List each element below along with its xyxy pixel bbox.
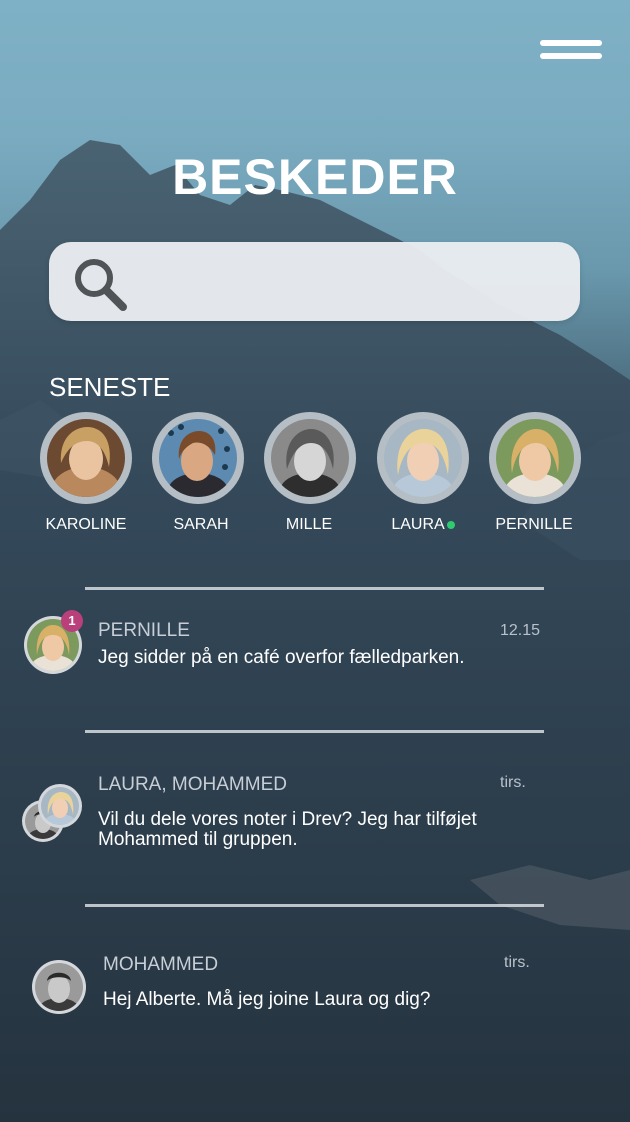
recent-contact-sarah[interactable]	[152, 412, 244, 504]
avatar	[32, 960, 86, 1014]
recent-contact-name: PERNILLE	[495, 516, 573, 533]
recent-contact-name: MILLE	[285, 516, 333, 533]
hamburger-menu-icon[interactable]	[540, 38, 602, 62]
search-icon[interactable]	[73, 257, 129, 311]
page-title: BESKEDER	[172, 149, 458, 205]
conversation-item[interactable]: 1 PERNILLE 12.15 Jeg sidder på en café o…	[0, 610, 630, 720]
conversation-name: LAURA, MOHAMMED	[98, 774, 287, 795]
conversation-item[interactable]: LAURA, MOHAMMED tirs. Vil du dele vores …	[0, 768, 630, 878]
recent-contact-name: LAURA	[391, 516, 445, 533]
divider	[85, 904, 544, 907]
conversation-message: Hej Alberte. Må jeg joine Laura og dig?	[103, 989, 431, 1010]
divider	[85, 587, 544, 590]
unread-badge: 1	[61, 610, 83, 632]
divider	[85, 730, 544, 733]
conversation-item[interactable]: MOHAMMED tirs. Hej Alberte. Må jeg joine…	[0, 950, 630, 1050]
conversation-name: PERNILLE	[98, 620, 190, 641]
recent-section-label: SENESTE	[49, 372, 171, 402]
avatar	[38, 784, 82, 828]
recent-contact-name-row: LAURA	[363, 516, 483, 534]
avatar	[271, 419, 349, 497]
conversation-message: Vil du dele vores noter i Drev? Jeg har …	[98, 809, 477, 850]
recent-contact-laura[interactable]	[377, 412, 469, 504]
recent-contact-pernille[interactable]	[489, 412, 581, 504]
avatar-photo	[41, 787, 79, 825]
conversation-time: tirs.	[500, 774, 526, 791]
recent-contact-name: SARAH	[173, 516, 229, 533]
avatar	[496, 419, 574, 497]
search-bar[interactable]	[49, 242, 580, 321]
online-status-dot	[446, 520, 455, 529]
avatar	[384, 419, 462, 497]
recent-contact-mille[interactable]	[264, 412, 356, 504]
conversation-time: tirs.	[504, 954, 530, 971]
conversation-time: 12.15	[500, 622, 541, 639]
recent-contact-name: KAROLINE	[45, 516, 127, 533]
search-input[interactable]	[149, 260, 563, 304]
avatar	[159, 419, 237, 497]
recent-contact-karoline[interactable]	[40, 412, 132, 504]
conversation-message: Jeg sidder på en café overfor fælledpark…	[98, 647, 465, 668]
avatar	[47, 419, 125, 497]
avatar-photo	[35, 963, 83, 1011]
messages-screen: BESKEDER SENESTE KAROLINE SARAH MILLE LA…	[0, 0, 630, 1122]
conversation-name: MOHAMMED	[103, 954, 219, 975]
